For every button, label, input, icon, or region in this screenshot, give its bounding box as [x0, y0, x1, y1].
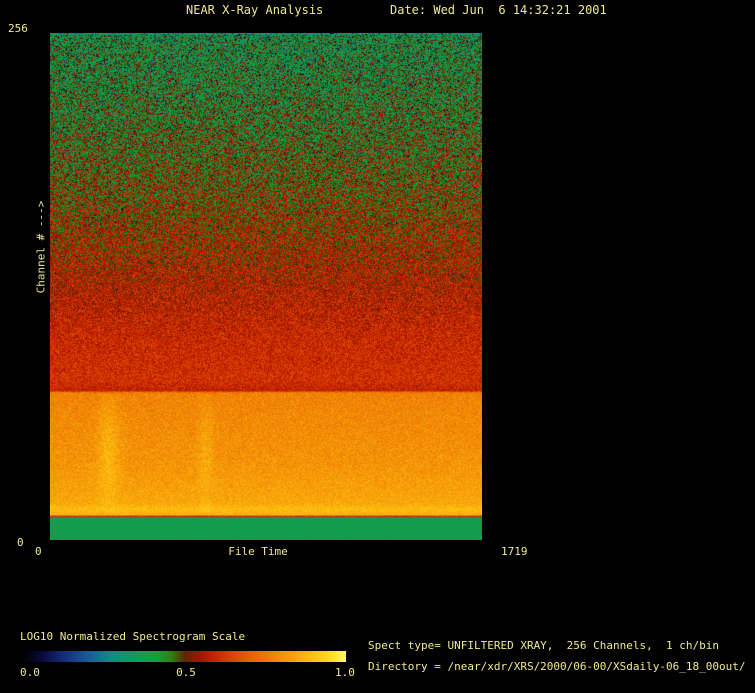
spect-type-label: Spect type= UNFILTERED XRAY, 256 Channel…: [368, 639, 719, 652]
y-axis-min-label: 0: [17, 536, 24, 549]
y-axis-title: Channel # --->: [34, 200, 48, 294]
x-axis-max-label: 1719: [501, 545, 528, 558]
date-label: Date: Wed Jun 6 14:32:21 2001: [390, 3, 607, 17]
colorbar-tick-0: 0.0: [20, 666, 40, 679]
x-axis-min-label: 0: [35, 545, 42, 558]
colorbar-tick-1: 0.5: [176, 666, 196, 679]
colorbar-tick-2: 1.0: [335, 666, 355, 679]
colorbar-gradient: [24, 651, 346, 662]
near-xray-analysis-window: NEAR X-Ray Analysis Date: Wed Jun 6 14:3…: [0, 0, 755, 693]
x-axis-title: File Time: [228, 545, 288, 558]
y-axis-max-label: 256: [8, 22, 28, 35]
page-title: NEAR X-Ray Analysis: [186, 3, 324, 17]
directory-label: Directory = /near/xdr/XRS/2000/06-00/XSd…: [368, 660, 746, 673]
spectrogram-heatmap: [50, 33, 482, 540]
colorbar-label: LOG10 Normalized Spectrogram Scale: [20, 630, 246, 643]
